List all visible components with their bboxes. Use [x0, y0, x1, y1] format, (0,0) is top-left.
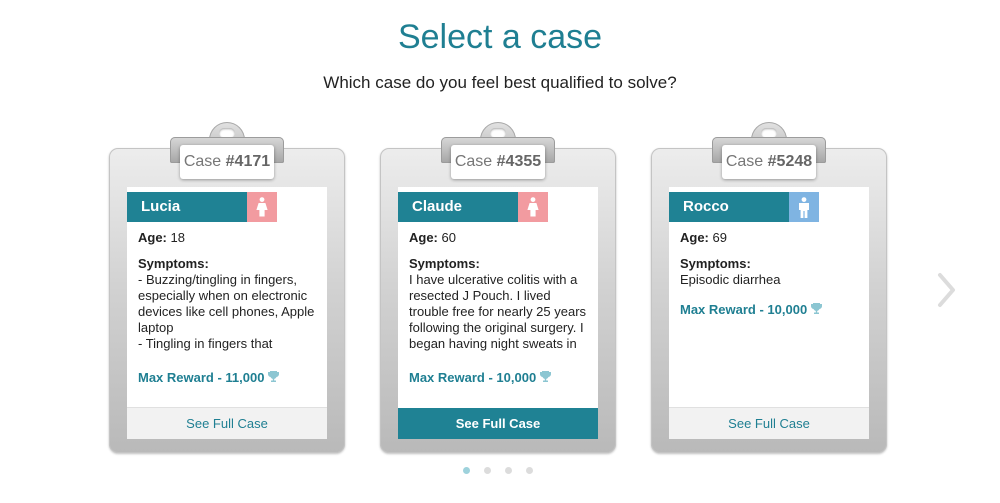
see-full-case-button[interactable]: See Full Case — [669, 407, 869, 439]
symptoms-text: Episodic diarrhea — [680, 272, 781, 287]
case-number: #5248 — [767, 153, 813, 170]
case-number-label: Case #4171 — [180, 145, 274, 179]
symptoms-label: Symptoms: — [409, 256, 480, 271]
max-reward: Max Reward - 10,000 — [680, 302, 864, 319]
case-card-3: Case #5248 Rocco Age: 69 Symptoms: Episo… — [651, 122, 887, 453]
case-card-2: Case #4355 Claude Age: 60 Symptoms: I ha… — [380, 122, 616, 453]
age-value: 69 — [708, 230, 727, 245]
female-icon — [518, 192, 548, 222]
trophy-icon — [268, 371, 280, 387]
age-value: 60 — [437, 230, 456, 245]
see-full-case-button[interactable]: See Full Case — [127, 407, 327, 439]
pagination-dot-3[interactable] — [505, 467, 512, 474]
reward-text: Max Reward - 10,000 — [409, 370, 537, 385]
case-number-label: Case #4355 — [451, 145, 545, 179]
next-arrow-icon[interactable] — [934, 271, 958, 309]
case-number-label: Case #5248 — [722, 145, 816, 179]
age-label: Age: — [409, 230, 438, 245]
case-prefix: Case — [725, 153, 768, 170]
max-reward: Max Reward - 10,000 — [409, 370, 593, 387]
female-icon — [247, 192, 277, 222]
see-full-case-button[interactable]: See Full Case — [398, 408, 598, 439]
symptoms-text: - Buzzing/tingling in fingers, especiall… — [138, 272, 315, 351]
case-prefix: Case — [183, 153, 226, 170]
case-paper: Rocco Age: 69 Symptoms: Episodic diarrhe… — [669, 187, 869, 439]
trophy-icon — [811, 303, 823, 319]
male-icon — [789, 192, 819, 222]
pagination-dot-2[interactable] — [484, 467, 491, 474]
case-number: #4171 — [225, 153, 271, 170]
age-value: 18 — [166, 230, 185, 245]
reward-text: Max Reward - 11,000 — [138, 370, 265, 385]
case-paper: Lucia Age: 18 Symptoms: - Buzzing/tingli… — [127, 187, 327, 439]
patient-name: Claude — [398, 192, 518, 222]
case-card-1: Case #4171 Lucia Age: 18 Symptoms: - Buz… — [109, 122, 345, 453]
pagination-dot-4[interactable] — [526, 467, 533, 474]
trophy-icon — [540, 371, 552, 387]
max-reward: Max Reward - 11,000 — [138, 370, 322, 387]
symptoms-text: I have ulcerative colitis with a resecte… — [409, 272, 587, 351]
age-label: Age: — [680, 230, 709, 245]
reward-text: Max Reward - 10,000 — [680, 302, 808, 317]
page-subtitle: Which case do you feel best qualified to… — [323, 73, 677, 92]
case-prefix: Case — [454, 153, 497, 170]
symptoms-label: Symptoms: — [138, 256, 209, 271]
patient-name: Rocco — [669, 192, 789, 222]
page-title: Select a case — [397, 18, 603, 56]
pagination-dot-1[interactable] — [463, 467, 470, 474]
case-number: #4355 — [496, 153, 542, 170]
age-label: Age: — [138, 230, 167, 245]
symptoms-label: Symptoms: — [680, 256, 751, 271]
case-paper: Claude Age: 60 Symptoms: I have ulcerati… — [398, 187, 598, 439]
patient-name: Lucia — [127, 192, 247, 222]
